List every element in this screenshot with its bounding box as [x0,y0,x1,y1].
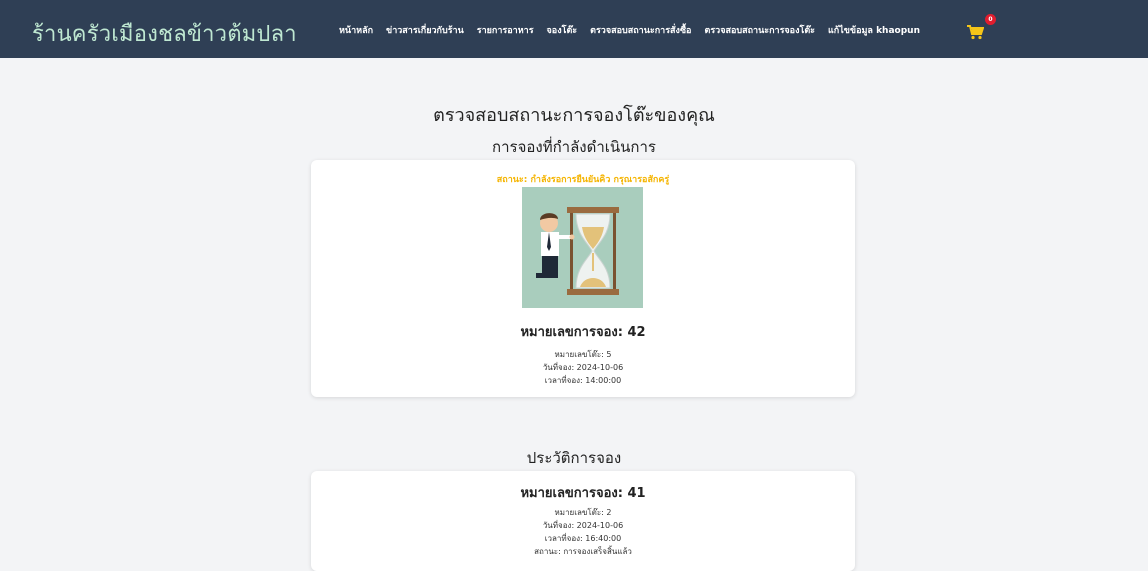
brand-logo-text[interactable]: ร้านครัวเมืองชลข้าวต้มปลา [32,16,297,51]
history-booking-time: เวลาที่จอง: 16:40:00 [544,534,622,543]
cart-count-badge: 0 [985,14,996,25]
nav-link-menu[interactable]: รายการอาหาร [477,23,534,37]
history-heading: ประวัติการจอง [526,449,622,467]
top-navbar: ร้านครัวเมืองชลข้าวต้มปลา หน้าหลัก ข่าวส… [0,0,1148,58]
history-table-number: หมายเลขโต๊ะ: 2 [554,508,612,517]
nav-link-reservation-status[interactable]: ตรวจสอบสถานะการจองโต๊ะ [704,23,815,37]
nav-link-reserve-table[interactable]: จองโต๊ะ [547,23,578,37]
history-booking-card: หมายเลขการจอง: 41 หมายเลขโต๊ะ: 2 วันที่จ… [311,471,855,571]
hourglass-waiting-illustration [522,187,643,308]
history-booking-status: สถานะ: การจองเสร็จสิ้นแล้ว [534,547,632,556]
nav-link-order-status[interactable]: ตรวจสอบสถานะการสั่งซื้อ [590,23,691,37]
cart-icon[interactable] [966,24,984,40]
booking-status-text: สถานะ: กำลังรอการยืนยันคิว กรุณารอสักครู… [496,175,670,185]
history-booking-number: หมายเลขการจอง: 41 [520,486,646,501]
current-booking-heading: การจองที่กำลังดำเนินการ [492,138,656,156]
page-title: ตรวจสอบสถานะการจองโต๊ะของคุณ [433,105,715,126]
booking-date: วันที่จอง: 2024-10-06 [542,363,624,372]
nav-link-news[interactable]: ข่าวสารเกี่ยวกับร้าน [386,23,464,37]
nav-link-home[interactable]: หน้าหลัก [339,23,373,37]
booking-time: เวลาที่จอง: 14:00:00 [544,376,622,385]
nav-link-edit-profile[interactable]: แก้ไขข้อมูล khaopun [828,23,920,37]
booking-number: หมายเลขการจอง: 42 [520,325,646,340]
history-booking-date: วันที่จอง: 2024-10-06 [542,521,624,530]
current-booking-card: สถานะ: กำลังรอการยืนยันคิว กรุณารอสักครู… [311,160,855,397]
main-nav: หน้าหลัก ข่าวสารเกี่ยวกับร้าน รายการอาหา… [339,23,920,37]
table-number: หมายเลขโต๊ะ: 5 [554,350,612,359]
